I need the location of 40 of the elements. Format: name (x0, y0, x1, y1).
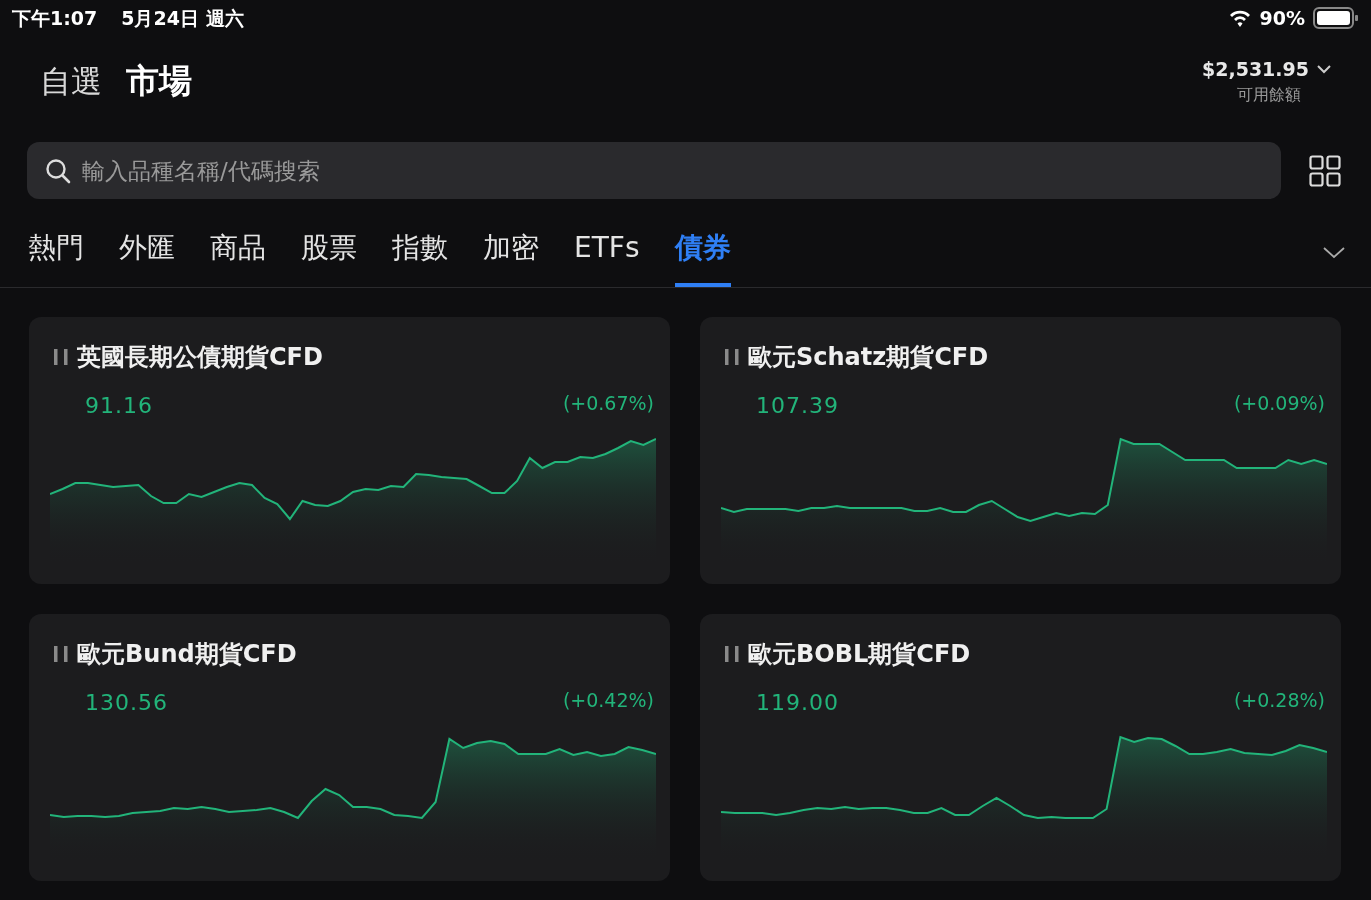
instrument-price: 130.56 (85, 689, 168, 717)
category-tab[interactable]: 外匯 (119, 201, 175, 287)
instrument-name: 歐元Schatz期貨CFD (748, 342, 989, 373)
instrument-change: (+0.09%) (1233, 391, 1325, 416)
category-tab[interactable]: 股票 (301, 201, 357, 287)
category-tab[interactable]: 熱門 (28, 201, 84, 287)
grid-view-icon[interactable] (1309, 154, 1341, 187)
instrument-name: 歐元BOBL期貨CFD (748, 639, 971, 670)
search-field[interactable]: 輸入品種名稱/代碼搜索 (27, 142, 1281, 199)
instrument-price: 107.39 (756, 392, 839, 420)
status-time: 下午1:07 (12, 5, 98, 31)
header-tab[interactable]: 市場 (126, 56, 192, 106)
chevron-down-icon[interactable] (1317, 64, 1331, 74)
header-tab[interactable]: 自選 (40, 57, 102, 105)
instrument-card[interactable]: 歐元Bund期貨CFD 130.56 (+0.42%) (29, 614, 670, 881)
instrument-change: (+0.42%) (562, 688, 654, 713)
instrument-card[interactable]: 歐元Schatz期貨CFD 107.39 (+0.09%) (700, 317, 1341, 584)
category-tab[interactable]: 指數 (392, 201, 448, 287)
category-tab[interactable]: ETFs (574, 201, 640, 287)
instrument-change: (+0.28%) (1233, 688, 1325, 713)
instrument-name: 歐元Bund期貨CFD (77, 639, 297, 670)
balance-label: 可用餘額 (1237, 84, 1301, 107)
instrument-change: (+0.67%) (562, 391, 654, 416)
balance-amount[interactable]: $2,531.95 (1202, 54, 1309, 84)
category-tab[interactable]: 加密 (483, 201, 539, 287)
category-tab[interactable]: 商品 (210, 201, 266, 287)
instrument-card[interactable]: 歐元BOBL期貨CFD 119.00 (+0.28%) (700, 614, 1341, 881)
pause-icon (724, 348, 740, 366)
instrument-name: 英國長期公債期貨CFD (77, 342, 323, 373)
status-date: 5月24日 週六 (121, 5, 244, 31)
battery-icon (1313, 7, 1359, 29)
pause-icon (53, 348, 69, 366)
battery-percent: 90% (1259, 5, 1305, 31)
instrument-price: 91.16 (85, 392, 153, 420)
instrument-card[interactable]: 英國長期公債期貨CFD 91.16 (+0.67%) (29, 317, 670, 584)
pause-icon (724, 645, 740, 663)
pause-icon (53, 645, 69, 663)
chevron-down-icon[interactable] (1323, 247, 1345, 259)
instrument-price: 119.00 (756, 689, 839, 717)
category-tab[interactable]: 債券 (674, 201, 731, 287)
